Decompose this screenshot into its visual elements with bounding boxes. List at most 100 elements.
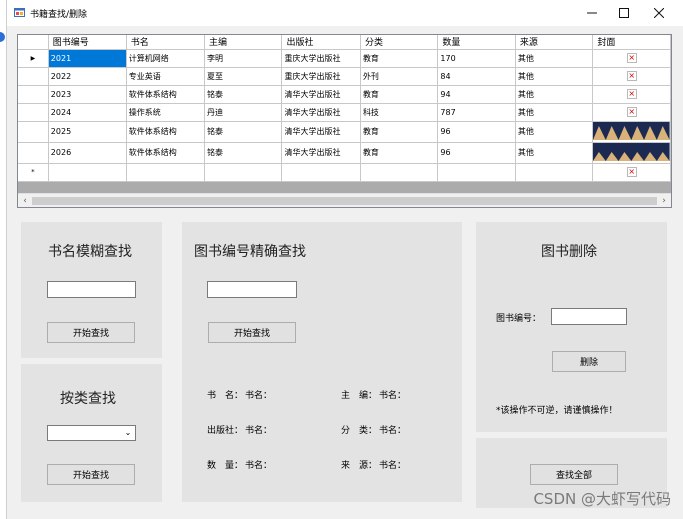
- cell-id[interactable]: 2025: [48, 121, 127, 143]
- watermark: CSDN @大虾写代码: [533, 490, 671, 508]
- row-header[interactable]: [18, 85, 49, 104]
- chevron-down-icon[interactable]: ⌄: [123, 427, 133, 439]
- cell-cover[interactable]: ×: [592, 49, 671, 68]
- column-header-source[interactable]: 来源: [515, 35, 594, 50]
- cell-source[interactable]: 其他: [515, 142, 594, 164]
- cell-editor[interactable]: 夏至: [204, 67, 283, 86]
- horizontal-scrollbar[interactable]: ‹ ›: [18, 193, 671, 207]
- cell-cover[interactable]: [592, 121, 671, 143]
- scroll-right-icon[interactable]: ›: [657, 194, 671, 207]
- column-header-category[interactable]: 分类: [360, 35, 439, 50]
- cell-category[interactable]: 科技: [360, 103, 439, 122]
- cell-publisher[interactable]: 清华大学出版社: [281, 121, 361, 143]
- scroll-thumb[interactable]: [32, 197, 657, 205]
- cell-cover[interactable]: ×: [592, 163, 671, 182]
- exact-id-input[interactable]: [207, 281, 297, 298]
- cover-image: [593, 121, 670, 140]
- row-header[interactable]: [18, 142, 49, 164]
- cell-quantity[interactable]: 94: [437, 85, 516, 104]
- new-row-cell[interactable]: [126, 163, 206, 182]
- exact-search-button[interactable]: 开始查找: [208, 322, 296, 343]
- cell-source[interactable]: 其他: [515, 67, 594, 86]
- cell-id[interactable]: 2021: [48, 49, 127, 68]
- minimize-button[interactable]: [574, 0, 610, 26]
- cell-category[interactable]: 教育: [360, 142, 439, 164]
- cell-publisher[interactable]: 清华大学出版社: [281, 85, 361, 104]
- corner-header[interactable]: [18, 35, 49, 50]
- cell-publisher[interactable]: 清华大学出版社: [281, 103, 361, 122]
- cell-source[interactable]: 其他: [515, 103, 594, 122]
- cell-quantity[interactable]: 96: [437, 142, 516, 164]
- cell-category[interactable]: 教育: [360, 121, 439, 143]
- fuzzy-search-button[interactable]: 开始查找: [47, 322, 135, 343]
- cell-publisher[interactable]: 重庆大学出版社: [281, 49, 361, 68]
- row-header[interactable]: ▶: [18, 49, 49, 68]
- cell-title[interactable]: 计算机网络: [126, 49, 206, 68]
- table-row[interactable]: 2026 软件体系结构 铭泰 清华大学出版社 教育 96 其他: [18, 142, 671, 164]
- table-row[interactable]: 2024 操作系统 丹迪 清华大学出版社 科技 787 其他 ×: [18, 103, 671, 122]
- table-row[interactable]: 2022 专业英语 夏至 重庆大学出版社 外刊 84 其他 ×: [18, 67, 671, 86]
- exact-search-panel: 图书编号精确查找 开始查找 书 名： 书名： 主 编： 书名： 出版社： 书名：…: [182, 222, 462, 502]
- new-row-marker[interactable]: *: [18, 163, 49, 182]
- category-select[interactable]: ⌄: [47, 425, 136, 441]
- cell-cover[interactable]: ×: [592, 85, 671, 104]
- cell-editor[interactable]: 铭泰: [204, 142, 283, 164]
- new-row-cell[interactable]: [204, 163, 283, 182]
- fuzzy-title-input[interactable]: [47, 281, 136, 298]
- new-row-cell[interactable]: [281, 163, 361, 182]
- cell-title[interactable]: 操作系统: [126, 103, 206, 122]
- cell-cover[interactable]: ×: [592, 67, 671, 86]
- cell-editor[interactable]: 李明: [204, 49, 283, 68]
- new-row-cell[interactable]: [48, 163, 127, 182]
- cell-title[interactable]: 软件体系结构: [126, 121, 206, 143]
- books-datagrid[interactable]: 图书编号 书名 主编 出版社 分类 数量 来源 封面 ▶ 2021 计算机网络 李明重…: [17, 34, 672, 208]
- cell-source[interactable]: 其他: [515, 49, 594, 68]
- cell-id[interactable]: 2022: [48, 67, 127, 86]
- find-all-button[interactable]: 查找全部: [530, 464, 618, 485]
- cell-source[interactable]: 其他: [515, 85, 594, 104]
- cell-quantity[interactable]: 787: [437, 103, 516, 122]
- delete-button[interactable]: 删除: [552, 351, 626, 372]
- cell-editor[interactable]: 铭泰: [204, 85, 283, 104]
- column-header-cover[interactable]: 封面: [592, 35, 671, 50]
- cell-publisher[interactable]: 清华大学出版社: [281, 142, 361, 164]
- cell-quantity[interactable]: 84: [437, 67, 516, 86]
- cell-id[interactable]: 2026: [48, 142, 127, 164]
- table-row[interactable]: 2025 软件体系结构 铭泰 清华大学出版社 教育 96 其他: [18, 121, 671, 143]
- cell-source[interactable]: 其他: [515, 121, 594, 143]
- cell-category[interactable]: 外刊: [360, 67, 439, 86]
- scroll-left-icon[interactable]: ‹: [18, 194, 32, 207]
- category-search-button[interactable]: 开始查找: [47, 464, 135, 485]
- row-header[interactable]: [18, 67, 49, 86]
- cell-quantity[interactable]: 170: [437, 49, 516, 68]
- row-header[interactable]: [18, 103, 49, 122]
- column-header-publisher[interactable]: 出版社: [281, 35, 361, 50]
- cell-quantity[interactable]: 96: [437, 121, 516, 143]
- cell-cover[interactable]: ×: [592, 103, 671, 122]
- column-header-id[interactable]: 图书编号: [48, 35, 127, 50]
- cell-publisher[interactable]: 重庆大学出版社: [281, 67, 361, 86]
- cell-id[interactable]: 2023: [48, 85, 127, 104]
- cell-title[interactable]: 专业英语: [126, 67, 206, 86]
- table-row[interactable]: 2023 软件体系结构 铭泰 清华大学出版社 教育 94 其他 ×: [18, 85, 671, 104]
- cell-id[interactable]: 2024: [48, 103, 127, 122]
- cell-editor[interactable]: 铭泰: [204, 121, 283, 143]
- cell-category[interactable]: 教育: [360, 85, 439, 104]
- table-row[interactable]: ▶ 2021 计算机网络 李明 重庆大学出版社 教育 170 其他 ×: [18, 49, 671, 68]
- column-header-quantity[interactable]: 数量: [437, 35, 516, 50]
- new-row-cell[interactable]: [360, 163, 439, 182]
- cell-title[interactable]: 软件体系结构: [126, 142, 206, 164]
- cell-cover[interactable]: [592, 142, 671, 164]
- column-header-editor[interactable]: 主编: [204, 35, 283, 50]
- maximize-button[interactable]: [606, 0, 642, 26]
- cell-editor[interactable]: 丹迪: [204, 103, 283, 122]
- cell-category[interactable]: 教育: [360, 49, 439, 68]
- column-header-title[interactable]: 书名: [126, 35, 206, 50]
- close-button[interactable]: [641, 0, 677, 26]
- row-header[interactable]: [18, 121, 49, 143]
- new-row[interactable]: * ×: [18, 163, 671, 182]
- cell-title[interactable]: 软件体系结构: [126, 85, 206, 104]
- new-row-cell[interactable]: [515, 163, 594, 182]
- delete-id-input[interactable]: [551, 308, 627, 325]
- new-row-cell[interactable]: [437, 163, 516, 182]
